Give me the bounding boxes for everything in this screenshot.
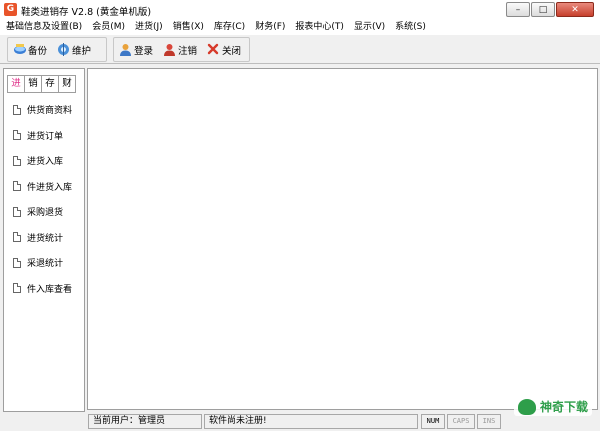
document-icon xyxy=(13,104,21,115)
document-icon xyxy=(13,232,21,243)
toolbar-group-data: 备份 维护 xyxy=(7,37,107,62)
login-user-icon xyxy=(119,43,132,56)
tab-stock[interactable]: 存 xyxy=(41,75,59,93)
maintenance-icon xyxy=(57,43,70,56)
maintain-label: 维护 xyxy=(72,45,92,57)
current-user-value: 管理员 xyxy=(138,416,166,426)
menu-sales[interactable]: 销售(X) xyxy=(168,20,209,35)
app-logo-icon: G xyxy=(4,3,17,16)
watermark-logo-icon xyxy=(517,398,536,415)
nav-label: 件进货入库 xyxy=(27,182,73,193)
menu-finance[interactable]: 财务(F) xyxy=(250,20,290,35)
sidebar-nav: 供货商资料 进货订单 进货入库 件进货入库 采购退货 进货统计 采退统计 件入库… xyxy=(4,97,84,301)
caps-lock-indicator: CAPS xyxy=(447,414,475,429)
backup-button[interactable]: 备份 xyxy=(8,39,52,60)
nav-label: 采退统计 xyxy=(27,259,64,270)
close-button[interactable]: 关闭 xyxy=(202,39,246,60)
backup-icon xyxy=(13,43,26,56)
insert-indicator: INS xyxy=(477,414,501,429)
current-user-panel: 当前用户：管理员 xyxy=(88,414,202,429)
nav-purchase-return[interactable]: 采购退货 xyxy=(4,199,84,225)
sidebar-tabs: 进 销 存 财 xyxy=(7,75,76,93)
document-icon xyxy=(13,206,21,217)
status-bar: 当前用户：管理员 软件尚未注册! NUM CAPS INS xyxy=(0,412,600,431)
close-label: 关闭 xyxy=(222,45,242,57)
sidebar: 进 销 存 财 供货商资料 进货订单 进货入库 件进货入库 采购退货 进货统计 … xyxy=(3,68,85,412)
nav-purchase-stats[interactable]: 进货统计 xyxy=(4,225,84,251)
document-icon xyxy=(13,181,21,192)
document-icon xyxy=(13,130,21,141)
menu-inventory[interactable]: 库存(C) xyxy=(209,20,250,35)
maintain-button[interactable]: 维护 xyxy=(52,39,96,60)
nav-receipt-view[interactable]: 件入库查看 xyxy=(4,276,84,302)
login-button[interactable]: 登录 xyxy=(114,39,158,60)
nav-label: 件入库查看 xyxy=(27,284,73,295)
nav-purchase-receipt[interactable]: 进货入库 xyxy=(4,148,84,174)
nav-piece-receipt[interactable]: 件进货入库 xyxy=(4,174,84,200)
current-user-label: 当前用户： xyxy=(93,416,139,426)
minimize-icon[interactable]: – xyxy=(506,2,530,17)
main-workspace[interactable] xyxy=(87,68,598,410)
menu-purchase[interactable]: 进货(J) xyxy=(130,20,168,35)
close-x-icon xyxy=(207,43,220,56)
close-icon[interactable]: ✕ xyxy=(556,2,594,17)
watermark: 神奇下载 xyxy=(513,397,592,416)
tab-finance[interactable]: 财 xyxy=(58,75,76,93)
menu-basic-info[interactable]: 基础信息及设置(B) xyxy=(0,20,87,35)
backup-label: 备份 xyxy=(28,45,48,57)
logout-user-icon xyxy=(163,43,176,56)
nav-label: 进货订单 xyxy=(27,131,64,142)
window-controls: – □ ✕ xyxy=(506,2,594,17)
document-icon xyxy=(13,155,21,166)
logout-button[interactable]: 注销 xyxy=(158,39,202,60)
window-title: 鞋类进销存 V2.8 (黄金单机版) xyxy=(21,7,152,18)
nav-label: 进货统计 xyxy=(27,233,64,244)
toolbar: 备份 维护 登录 注销 关闭 xyxy=(0,35,600,64)
document-icon xyxy=(13,257,21,268)
menu-system[interactable]: 系统(S) xyxy=(390,20,431,35)
toolbar-group-session: 登录 注销 关闭 xyxy=(113,37,250,62)
watermark-text: 神奇下载 xyxy=(539,400,588,414)
tab-purchase[interactable]: 进 xyxy=(7,75,25,93)
nav-purchase-order[interactable]: 进货订单 xyxy=(4,123,84,149)
registration-status: 软件尚未注册! xyxy=(204,414,418,429)
menu-member[interactable]: 会员(M) xyxy=(87,20,130,35)
nav-label: 采购退货 xyxy=(27,208,64,219)
title-bar: G 鞋类进销存 V2.8 (黄金单机版) – □ ✕ xyxy=(0,0,600,20)
menu-bar: 基础信息及设置(B) 会员(M) 进货(J) 销售(X) 库存(C) 财务(F)… xyxy=(0,20,600,35)
nav-supplier-info[interactable]: 供货商资料 xyxy=(4,97,84,123)
num-lock-indicator: NUM xyxy=(421,414,445,429)
nav-return-stats[interactable]: 采退统计 xyxy=(4,250,84,276)
document-icon xyxy=(13,283,21,294)
nav-label: 供货商资料 xyxy=(27,106,73,117)
logout-label: 注销 xyxy=(178,45,198,57)
nav-label: 进货入库 xyxy=(27,157,64,168)
tab-sales[interactable]: 销 xyxy=(24,75,42,93)
maximize-icon[interactable]: □ xyxy=(531,2,555,17)
login-label: 登录 xyxy=(134,45,154,57)
menu-reports[interactable]: 报表中心(T) xyxy=(290,20,349,35)
menu-view[interactable]: 显示(V) xyxy=(349,20,390,35)
